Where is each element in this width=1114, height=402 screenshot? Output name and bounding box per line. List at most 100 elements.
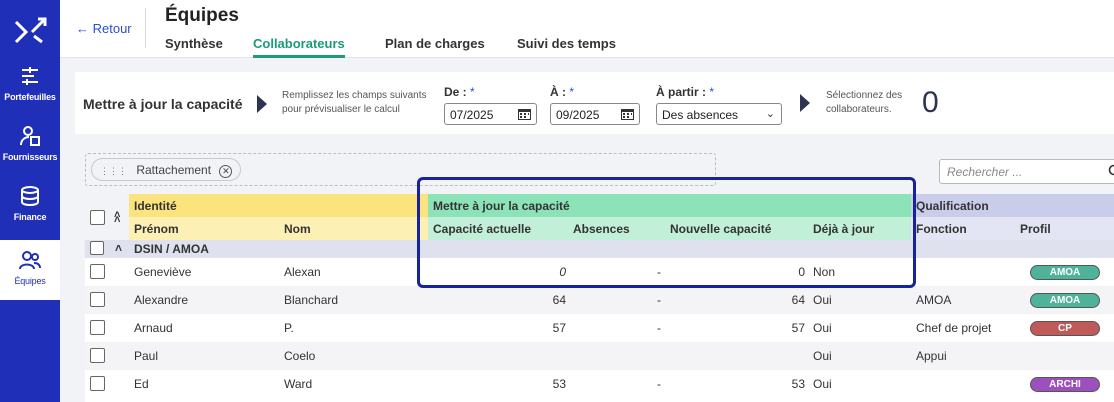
sidebar: Portefeuilles Fournisseurs Finance Équip… [0, 0, 60, 402]
table-row[interactable]: Alexandre Blanchard 64 - 64 Oui AMOA AMO… [85, 286, 1114, 314]
capacity-hint: Remplissez les champs suivants pour prév… [282, 89, 427, 117]
table-row[interactable]: Arnaud P. 57 - 57 Oui Chef de projet CP [85, 314, 1114, 342]
back-link[interactable]: ← Retour [76, 21, 132, 36]
capacity-hint-line: Remplissez les champs suivants [282, 90, 427, 101]
logo-x-icon[interactable] [12, 14, 48, 46]
sidebar-item-finance[interactable]: Finance [0, 184, 60, 242]
sidebar-item-label: Fournisseurs [2, 152, 58, 162]
header-divider [145, 8, 146, 48]
col-header-prenom[interactable]: Prénom [129, 217, 279, 240]
col-header-nom[interactable]: Nom [279, 217, 428, 240]
cell-fonction: Appui [916, 349, 947, 363]
group-chip[interactable]: ⋮⋮⋮ Rattachement ✕ [91, 158, 242, 181]
cell-nom: Blanchard [284, 293, 339, 307]
group-checkbox[interactable] [90, 241, 104, 255]
col-header-deja-a-jour[interactable]: Déjà à jour [808, 217, 911, 240]
calendar-icon[interactable] [620, 107, 635, 121]
tab-plan-de-charges[interactable]: Plan de charges [385, 36, 485, 55]
col-header-fonction[interactable]: Fonction [911, 217, 1015, 240]
cell-deja-a-jour: Non [813, 265, 836, 279]
col-header-profil[interactable]: Profil [1015, 217, 1114, 240]
cell-deja-a-jour: Oui [813, 377, 832, 391]
select-all-checkbox[interactable] [90, 210, 105, 225]
cell-prenom: Arnaud [134, 321, 173, 335]
profil-badge: AMOA [1030, 293, 1100, 308]
cell-absences: - [657, 321, 661, 335]
cell-nouvelle-capacite: 53 [791, 377, 805, 391]
group-row-label: DSIN / AMOA [134, 242, 209, 256]
capacity-panel-title: Mettre à jour la capacité [83, 96, 243, 112]
to-date-value: 09/2025 [556, 108, 600, 122]
drag-handle-icon[interactable]: ⋮⋮⋮ [100, 166, 127, 176]
table-row[interactable]: Paul Coelo Oui Appui [85, 342, 1114, 370]
from-label: De : * [444, 85, 475, 99]
cell-prenom: Geneviève [134, 265, 192, 279]
select-hint-line: Sélectionnez des [826, 90, 903, 101]
calendar-icon[interactable] [517, 107, 532, 121]
cell-capacite-actuelle: 53 [552, 377, 566, 391]
search-input[interactable]: Rechercher ... [939, 159, 1114, 184]
sidebar-item-label: Portefeuilles [4, 92, 56, 102]
cell-nom: P. [284, 321, 294, 335]
cell-deja-a-jour: Oui [813, 293, 832, 307]
sidebar-item-label: Équipes [14, 276, 46, 286]
cell-fonction: AMOA [916, 293, 952, 307]
cell-absences: - [657, 377, 661, 391]
sidebar-item-equipes[interactable]: Équipes [0, 240, 60, 300]
collapse-all-icon-lower: ˄ [114, 214, 121, 226]
chevron-down-icon: ⌄ [765, 108, 775, 120]
cell-capacite-actuelle[interactable]: 0 [468, 265, 566, 279]
team-icon [19, 251, 41, 270]
table-row[interactable]: Geneviève Alexan 0 - 0 Non AMOA [85, 258, 1114, 286]
starting-select-value: Des absences [662, 108, 739, 122]
finance-icon [21, 186, 39, 207]
cell-deja-a-jour: Oui [813, 321, 832, 335]
tab-suivi-des-temps[interactable]: Suivi des temps [517, 36, 616, 55]
row-checkbox[interactable] [90, 264, 105, 279]
group-row[interactable]: ˄ DSIN / AMOA [85, 240, 1114, 258]
profil-badge: ARCHI [1030, 377, 1100, 392]
col-header-nouvelle-capacite[interactable]: Nouvelle capacité [665, 217, 808, 240]
from-date-input[interactable]: 07/2025 [444, 103, 537, 125]
to-date-input[interactable]: 09/2025 [550, 103, 640, 125]
remove-chip-icon[interactable]: ✕ [219, 165, 233, 178]
page-title: Équipes [165, 5, 239, 26]
search-placeholder: Rechercher ... [947, 165, 1023, 179]
capacity-hint-line: pour prévisualiser le calcul [282, 104, 400, 115]
row-checkbox[interactable] [90, 348, 105, 363]
group-header-qualification: Qualification [911, 194, 1114, 217]
cell-prenom: Alexandre [134, 293, 189, 307]
tab-collaborateurs[interactable]: Collaborateurs [253, 36, 345, 58]
row-checkbox[interactable] [90, 292, 105, 307]
cell-nouvelle-capacite: 57 [791, 321, 805, 335]
tab-synthese[interactable]: Synthèse [165, 36, 223, 55]
group-chip-label: Rattachement [136, 163, 212, 177]
cell-nouvelle-capacite: 64 [791, 293, 805, 307]
group-header-maj-capacite: Mettre à jour la capacité [428, 194, 920, 217]
starting-select[interactable]: Des absences ⌄ [656, 103, 782, 125]
group-by-zone[interactable]: ⋮⋮⋮ Rattachement ✕ [85, 153, 716, 186]
table-row[interactable]: Ed Ward 53 - 53 Oui ARCHI [85, 370, 1114, 398]
row-checkbox[interactable] [90, 320, 105, 335]
cell-capacite-actuelle: 64 [552, 293, 566, 307]
col-header-absences[interactable]: Absences [568, 217, 665, 240]
cell-nom: Alexan [284, 265, 321, 279]
chevron-up-icon[interactable]: ˄ [115, 241, 122, 255]
cell-absences: - [657, 293, 661, 307]
cell-nom: Coelo [284, 349, 316, 363]
profil-badge: CP [1030, 321, 1100, 336]
sidebar-item-fournisseurs[interactable]: Fournisseurs [0, 124, 60, 182]
capacity-panel: Mettre à jour la capacité Remplissez les… [75, 72, 1114, 134]
supplier-icon [20, 126, 40, 146]
row-checkbox[interactable] [90, 376, 105, 391]
col-header-capacite-actuelle[interactable]: Capacité actuelle [428, 217, 568, 240]
cell-nom: Ward [284, 377, 313, 391]
cell-fonction: Chef de projet [916, 321, 992, 335]
cell-prenom: Paul [134, 349, 159, 363]
cell-absences: - [657, 265, 661, 279]
cell-prenom: Ed [134, 377, 149, 391]
search-icon[interactable] [1108, 164, 1114, 178]
collaborators-grid: ˄ ˄ Identité Mettre à jour la capacité Q… [85, 194, 1114, 402]
sidebar-item-portefeuilles[interactable]: Portefeuilles [0, 64, 60, 122]
starting-label: À partir : * [656, 85, 715, 99]
